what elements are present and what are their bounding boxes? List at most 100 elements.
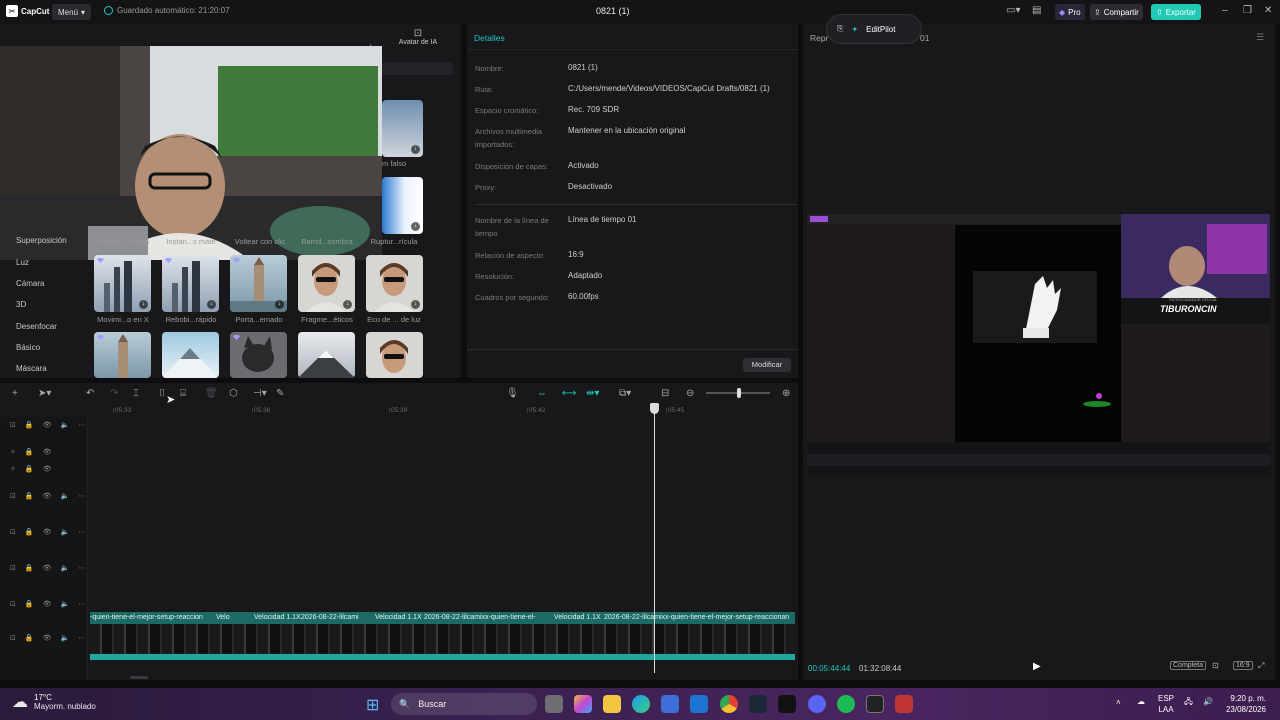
lock-icon[interactable]: 🔒 [25,634,34,642]
capcut-active-icon[interactable] [866,695,884,713]
timeline-scrollbar[interactable] [130,676,148,679]
effect-tile[interactable] [162,332,219,378]
eye-icon[interactable]: 👁 [43,448,52,456]
category-3d[interactable]: 3D [16,300,26,309]
microphone-icon[interactable]: 🎙 [506,388,519,399]
speaker-icon[interactable]: 🔈 [60,492,69,500]
effect-tile[interactable]: ↓ [94,255,151,312]
lock-icon[interactable]: 🔒 [25,600,34,608]
link-icon[interactable]: ⟷ [562,388,576,399]
clock[interactable]: 9:20 p. m. 23/08/2026 [1220,693,1266,715]
caption-icon[interactable]: ⧉▾ [619,388,631,399]
eye-icon[interactable]: 👁 [43,421,52,429]
fullscreen-icon[interactable]: ⤢ [1258,661,1264,671]
chrome-icon[interactable] [720,695,738,713]
speaker-icon[interactable]: 🔈 [60,564,69,572]
zoom-out-icon[interactable]: ⊖ [686,388,694,399]
language-indicator[interactable]: ESP LAA [1158,693,1174,715]
snapshot-icon[interactable]: ⊡ [1212,661,1219,670]
effect-tile[interactable] [94,332,151,378]
export-button[interactable]: ⇧ Exportar [1151,4,1201,20]
spotify-icon[interactable] [837,695,855,713]
effect-tile[interactable]: ↓ [162,255,219,312]
delete-icon[interactable]: 🗑 [205,388,218,399]
ai-edit-icon[interactable]: ✎ [276,388,284,399]
select-tool-icon[interactable]: ➤▾ [38,388,51,399]
eye-icon[interactable]: 👁 [43,492,52,500]
category-camara[interactable]: Cámara [16,279,44,288]
editpilot-button[interactable]: ⎘ ✦ EditPilot [826,14,922,44]
store-icon[interactable] [661,695,679,713]
speaker-icon[interactable]: 🔈 [60,634,69,642]
network-icon[interactable]: 🖧 [1184,696,1193,707]
menu-button[interactable]: Menú ▾ [52,4,92,20]
copilot-icon[interactable] [574,695,592,713]
outlook-icon[interactable] [690,695,708,713]
preview-axis-icon[interactable]: ⇹▾ [586,388,599,399]
lock-icon[interactable]: 🔒 [25,564,34,572]
effect-tile[interactable] [230,332,287,378]
fit-timeline-icon[interactable]: ⊟ [661,388,669,399]
effect-tile[interactable]: ↓ [382,177,423,234]
media-search-bar[interactable] [382,62,453,75]
lock-icon[interactable]: 🔒 [25,528,34,536]
freeze-icon[interactable]: ⊣▾ [253,388,267,399]
split-icon[interactable]: ⌶ [133,388,139,399]
category-luz[interactable]: Luz [16,258,29,267]
tray-expand-icon[interactable]: ˄ [1116,697,1121,708]
player-menu-icon[interactable]: ☰ [1256,32,1264,43]
volume-icon[interactable]: 🔊 [1203,696,1213,707]
magnet-icon[interactable]: ⇔ [537,388,547,399]
close-icon[interactable]: ✕ [1264,5,1272,16]
file-explorer-icon[interactable] [603,695,621,713]
capcut-taskbar-icon[interactable] [778,695,796,713]
eye-icon[interactable]: 👁 [43,564,52,572]
category-basico[interactable]: Básico [16,343,40,352]
more-icon[interactable]: ⋯ [78,528,85,536]
lock-icon[interactable]: 🔒 [25,465,34,473]
undo-icon[interactable]: ↶ [86,388,94,399]
category-superposicion[interactable]: Superposición [16,236,67,245]
lock-icon[interactable]: 🔒 [25,421,34,429]
marker-icon[interactable]: ⬡ [229,388,238,399]
more-icon[interactable]: ⋯ [78,600,85,608]
discord-icon[interactable] [808,695,826,713]
effect-tile[interactable]: ↓ [382,100,423,157]
weather-widget[interactable]: ☁ 17°C Mayorm. nublado [12,692,96,712]
lock-icon[interactable]: 🔒 [25,492,34,500]
zoom-in-icon[interactable]: ⊕ [782,388,790,399]
steam-icon[interactable] [749,695,767,713]
ratio-button[interactable]: 16:9 [1233,661,1253,670]
more-icon[interactable]: ⋯ [78,564,85,572]
edge-icon[interactable] [632,695,650,713]
taskbar-search[interactable]: 🔍 Buscar [391,693,537,715]
fit-button[interactable]: Completa [1170,661,1206,670]
zoom-slider[interactable] [706,388,770,398]
shortcuts-icon[interactable]: ▤ [1032,5,1041,16]
modify-button[interactable]: Modificar [743,358,791,372]
more-icon[interactable]: ⋯ [78,421,85,429]
windows-start-icon[interactable]: ⊞ [366,695,379,715]
effect-tile[interactable]: ↓ [366,255,423,312]
eye-icon[interactable]: 👁 [43,465,52,473]
lock-icon[interactable]: 🔒 [25,448,34,456]
task-view-icon[interactable] [545,695,563,713]
effect-tile[interactable]: ↓ [298,255,355,312]
split-left-icon[interactable]: ⌷ [159,388,165,399]
category-desenfocar[interactable]: Desenfocar [16,322,57,331]
onedrive-icon[interactable]: ☁ [1137,696,1145,707]
eye-icon[interactable]: 👁 [43,634,52,642]
speaker-icon[interactable]: 🔈 [60,421,69,429]
add-track-icon[interactable]: + [12,388,18,399]
zoom-slider-handle[interactable] [737,388,741,398]
video-clip-track[interactable]: -quien-tiene-el-mejor-setup-reaccion Vel… [90,612,795,660]
tab-avatar-ia[interactable]: ⊡ Avatar de IA [396,28,440,46]
split-right-icon[interactable]: ⌸ [180,388,186,399]
more-icon[interactable]: ⋯ [78,634,85,642]
share-button[interactable]: ⇪ Compartir [1090,4,1143,20]
eye-icon[interactable]: 👁 [43,600,52,608]
pro-button[interactable]: ◆ Pro [1055,4,1085,20]
category-mascara[interactable]: Máscara [16,364,47,373]
effect-tile[interactable] [366,332,423,378]
app-icon[interactable] [895,695,913,713]
